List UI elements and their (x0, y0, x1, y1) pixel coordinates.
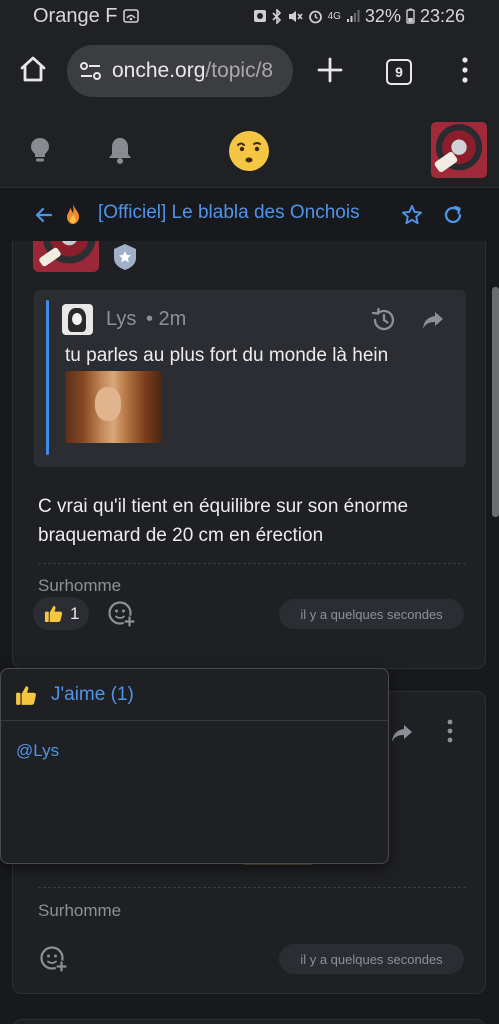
status-right: 4G 32% 23:26 (253, 6, 465, 27)
post-signature: Surhomme (38, 901, 122, 920)
liker-username[interactable]: @Lys (16, 741, 59, 761)
quote-bar (46, 300, 49, 455)
network-type: 4G (327, 10, 341, 22)
thumbs-up-icon (44, 605, 63, 623)
clock: 23:26 (419, 5, 465, 26)
topic-title[interactable]: [Officiel] Le blabla des Onchois (98, 202, 392, 224)
posts-list: Lys • 2m tu parles au plus fort du monde… (0, 241, 499, 1024)
lightbulb-icon[interactable] (28, 136, 52, 164)
add-reaction-icon[interactable] (39, 944, 69, 974)
rank-badge-icon (114, 244, 136, 270)
smiley-logo-icon[interactable] (227, 129, 271, 173)
likes-popup-header: J'aime (1) (1, 669, 388, 721)
tab-switcher-button[interactable]: 9 (386, 59, 412, 85)
bell-icon[interactable] (106, 135, 134, 165)
topic-bar: [Officiel] Le blabla des Onchois (0, 189, 499, 241)
like-count: 1 (70, 603, 80, 623)
hotspot-icon (123, 9, 140, 23)
battery-percent: 32% (364, 5, 401, 26)
post-signature: Surhomme (38, 576, 122, 595)
address-bar[interactable]: onche.org/topic/8 (67, 45, 293, 97)
share-arrow-icon[interactable] (420, 307, 446, 333)
tab-count: 9 (395, 64, 403, 80)
likes-popup: J'aime (1) @Lys (0, 668, 389, 864)
fire-icon (67, 204, 79, 224)
notification-icon (253, 10, 266, 22)
site-header (0, 110, 499, 188)
post-timestamp: il y a quelques secondes (279, 944, 464, 974)
post-timestamp: il y a quelques secondes (279, 599, 464, 629)
site-settings-icon[interactable] (78, 58, 104, 84)
favorite-star-icon[interactable] (401, 204, 423, 226)
url-text[interactable]: onche.org/topic/8 (112, 59, 273, 83)
back-arrow-icon[interactable] (34, 205, 54, 225)
bluetooth-icon (272, 8, 281, 24)
add-reaction-icon[interactable] (107, 599, 137, 629)
url-path: /topic/8 (205, 59, 274, 82)
post-menu-icon[interactable] (445, 716, 455, 746)
mute-icon (288, 10, 303, 22)
quote-author-avatar[interactable] (62, 304, 93, 335)
share-arrow-icon[interactable] (389, 720, 415, 746)
status-bar: Orange F 4G 32% 23:26 (0, 0, 499, 32)
quote-image[interactable] (65, 371, 162, 443)
post-card: Lys • 2m tu parles au plus fort du monde… (12, 241, 486, 669)
alarm-icon (308, 10, 322, 23)
author-avatar[interactable] (33, 241, 99, 272)
history-icon[interactable] (370, 306, 398, 334)
quote-time: • 2m (146, 308, 187, 330)
quoted-message: Lys • 2m tu parles au plus fort du monde… (34, 290, 466, 467)
signature-divider (38, 887, 466, 888)
quote-author-name[interactable]: Lys (106, 308, 136, 331)
post-card (12, 1019, 486, 1024)
browser-menu-icon[interactable] (455, 55, 475, 85)
signature-divider (38, 563, 466, 564)
thumbs-up-icon (16, 686, 36, 705)
user-avatar[interactable] (431, 122, 487, 178)
home-icon[interactable] (18, 54, 48, 84)
carrier-name: Orange F (33, 4, 118, 27)
scrollbar[interactable] (492, 287, 499, 517)
likes-popup-title: J'aime (1) (51, 684, 134, 705)
battery-icon (406, 8, 415, 24)
carrier-group: Orange F (33, 4, 140, 28)
signal-icon (346, 10, 360, 22)
browser-toolbar: onche.org/topic/8 9 (0, 32, 499, 110)
like-button[interactable]: 1 (33, 597, 89, 630)
new-tab-icon[interactable] (316, 56, 344, 84)
quote-text: tu parles au plus fort du monde là hein (65, 345, 389, 366)
url-domain: onche.org (112, 59, 206, 82)
post-message: C vrai qu'il tient en équilibre sur son … (38, 496, 409, 546)
refresh-icon[interactable] (442, 204, 464, 226)
